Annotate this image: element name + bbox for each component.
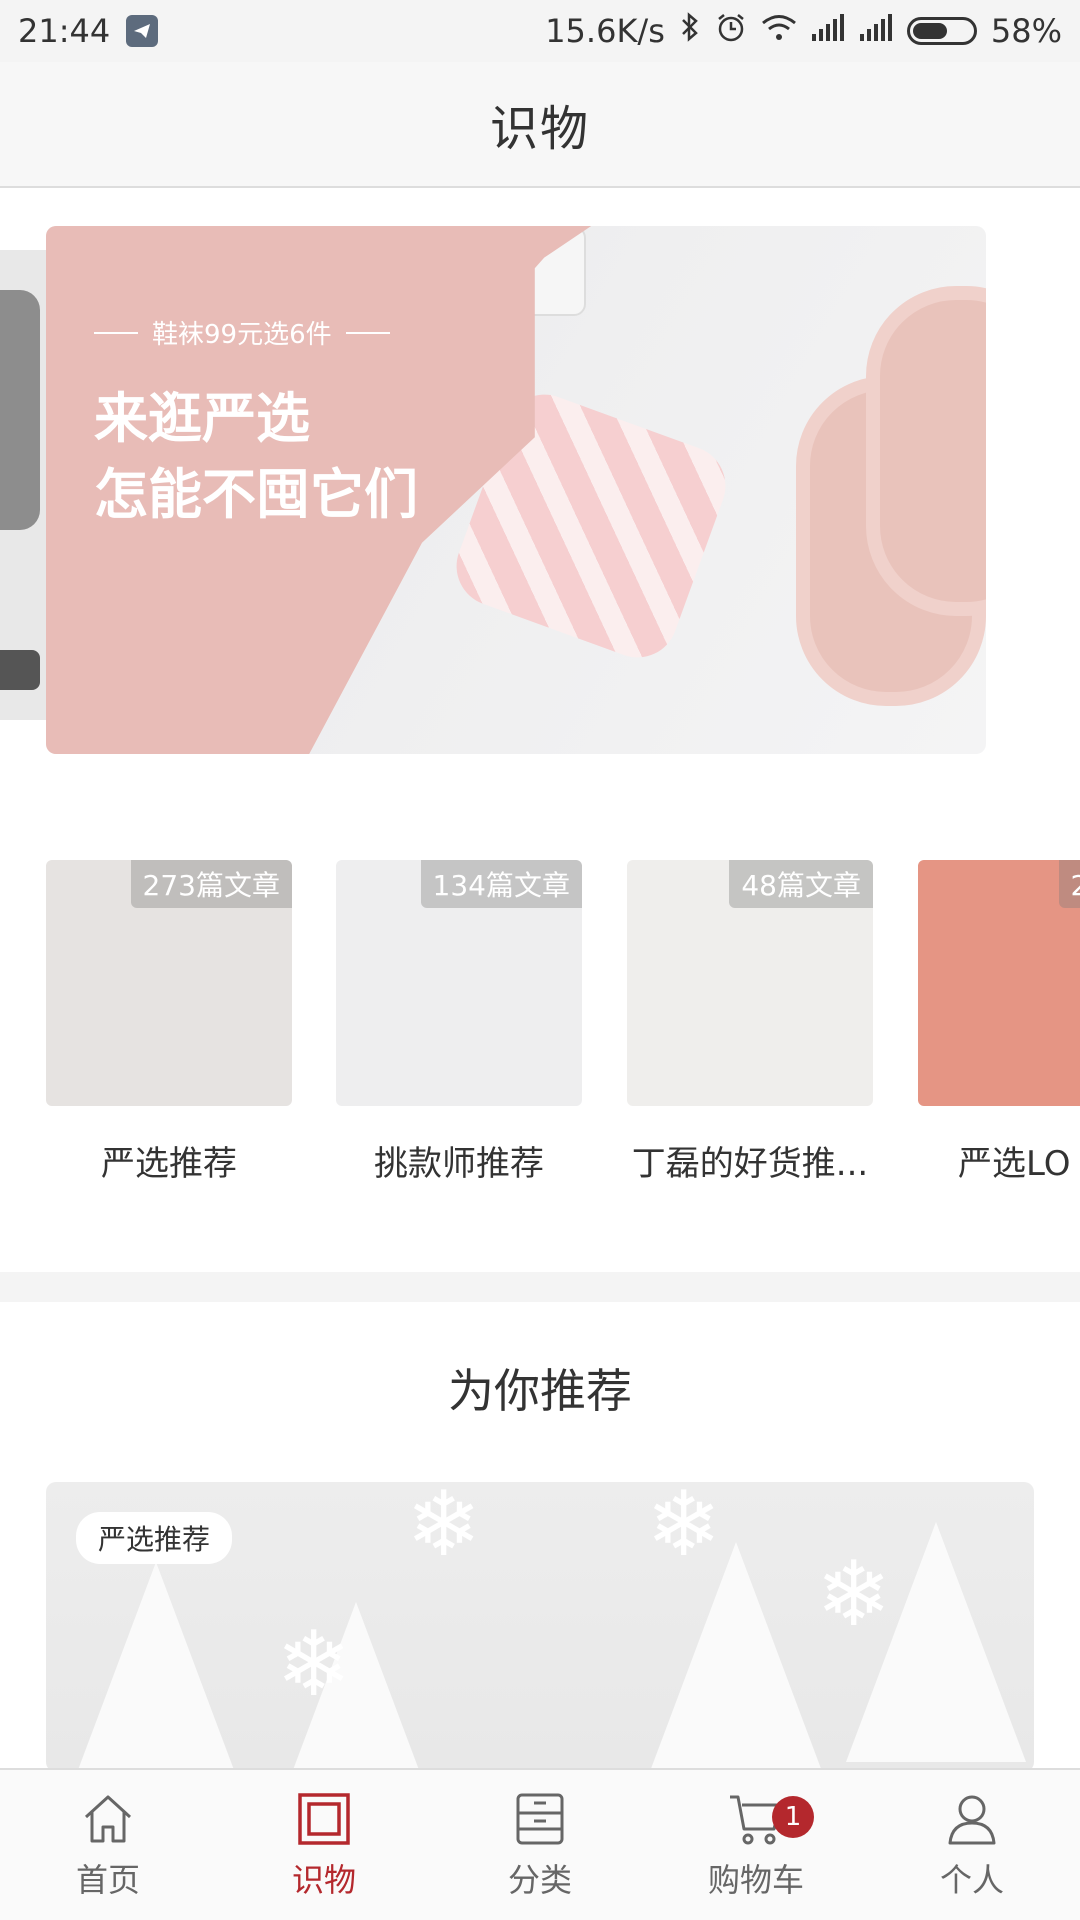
- topic-thumbnail: 273篇文章: [46, 860, 292, 1106]
- tab-category-label: 分类: [507, 1861, 572, 1899]
- network-speed: 15.6K/s: [545, 12, 665, 50]
- tab-home-label: 首页: [75, 1861, 140, 1899]
- bluetooth-icon: [679, 12, 701, 50]
- page-header: 识物: [0, 62, 1080, 188]
- banner-headline-line2: 怎能不囤它们: [94, 463, 418, 526]
- topic-card[interactable]: 273篇文章 严选推荐: [46, 860, 292, 1185]
- page-title: 识物: [489, 101, 590, 157]
- bottom-tab-bar: 首页 识物 分类 购物车 1 个人: [0, 1768, 1080, 1920]
- tab-profile[interactable]: 个人: [864, 1770, 1080, 1920]
- telegram-icon: [126, 15, 159, 47]
- tab-cart-label: 购物车: [707, 1861, 804, 1899]
- banner-headline: 来逛严选 怎能不囤它们: [94, 381, 418, 533]
- topic-thumbnail: 134篇文章: [336, 860, 582, 1106]
- banner-subtitle-text: 鞋袜99元选6件: [152, 320, 332, 350]
- topic-article-count: 134篇文章: [420, 860, 582, 908]
- tab-cart[interactable]: 购物车 1: [648, 1770, 864, 1920]
- tab-home[interactable]: 首页: [0, 1770, 216, 1920]
- cart-badge: 1: [772, 1796, 814, 1838]
- battery-icon: [906, 17, 977, 45]
- tab-category[interactable]: 分类: [432, 1770, 648, 1920]
- recommend-card-tag: 严选推荐: [76, 1512, 233, 1564]
- home-icon: [84, 1795, 132, 1843]
- square-icon: [298, 1793, 350, 1845]
- topic-article-count: 273篇文章: [130, 860, 292, 908]
- topic-list[interactable]: 273篇文章 严选推荐 134篇文章 挑款师推荐 48篇文章 丁磊的好货推...…: [0, 860, 1080, 1200]
- category-icon: [516, 1793, 564, 1845]
- signal-icon: [811, 12, 845, 50]
- recommend-card[interactable]: ❄ ❄ ❄ ❄ 严选推荐: [46, 1482, 1034, 1772]
- wifi-icon: [761, 12, 797, 50]
- shoe-image: [0, 650, 40, 690]
- snowflake-icon: ❄: [276, 1612, 352, 1717]
- banner-carousel[interactable]: 鞋袜99元选6件 来逛严选 怎能不囤它们: [0, 190, 1080, 800]
- signal-icon-2: [859, 12, 893, 50]
- topic-article-count: 268篇: [1058, 860, 1080, 908]
- topic-card[interactable]: 268篇 严选LO: [918, 860, 1080, 1185]
- status-time: 21:44: [18, 12, 111, 50]
- section-divider: [0, 1272, 1080, 1302]
- banner-headline-line1: 来逛严选: [94, 387, 310, 450]
- snowflake-icon: ❄: [406, 1482, 482, 1577]
- alarm-icon: [715, 11, 747, 51]
- topic-label: 丁磊的好货推...: [631, 1144, 869, 1184]
- recommend-section-title: 为你推荐: [448, 1364, 632, 1418]
- topic-label: 挑款师推荐: [374, 1144, 544, 1184]
- topic-card[interactable]: 48篇文章 丁磊的好货推...: [627, 860, 873, 1185]
- previous-banner-peek[interactable]: [0, 250, 46, 720]
- paper-tree-image: [66, 1562, 246, 1772]
- slipper-image-2: [866, 286, 986, 616]
- tab-shiwu-label: 识物: [291, 1861, 356, 1899]
- tab-profile-label: 个人: [939, 1861, 1004, 1899]
- banner-slide[interactable]: 鞋袜99元选6件 来逛严选 怎能不囤它们: [46, 226, 986, 754]
- topic-article-count: 48篇文章: [729, 860, 873, 908]
- coat-image: [0, 290, 40, 530]
- tab-shiwu[interactable]: 识物: [216, 1770, 432, 1920]
- snowflake-icon: ❄: [816, 1542, 892, 1647]
- topic-label: 严选推荐: [101, 1144, 237, 1184]
- banner-subtitle: 鞋袜99元选6件: [94, 314, 390, 351]
- topic-thumbnail: 268篇: [918, 860, 1080, 1106]
- person-icon: [948, 1795, 996, 1845]
- battery-percent: 58%: [990, 12, 1062, 50]
- status-bar: 21:44 15.6K/s 58%: [0, 0, 1080, 62]
- topic-card[interactable]: 134篇文章 挑款师推荐: [336, 860, 582, 1185]
- topic-thumbnail: 48篇文章: [627, 860, 873, 1106]
- topic-label: 严选LO: [958, 1144, 1071, 1184]
- snowflake-icon: ❄: [646, 1482, 722, 1577]
